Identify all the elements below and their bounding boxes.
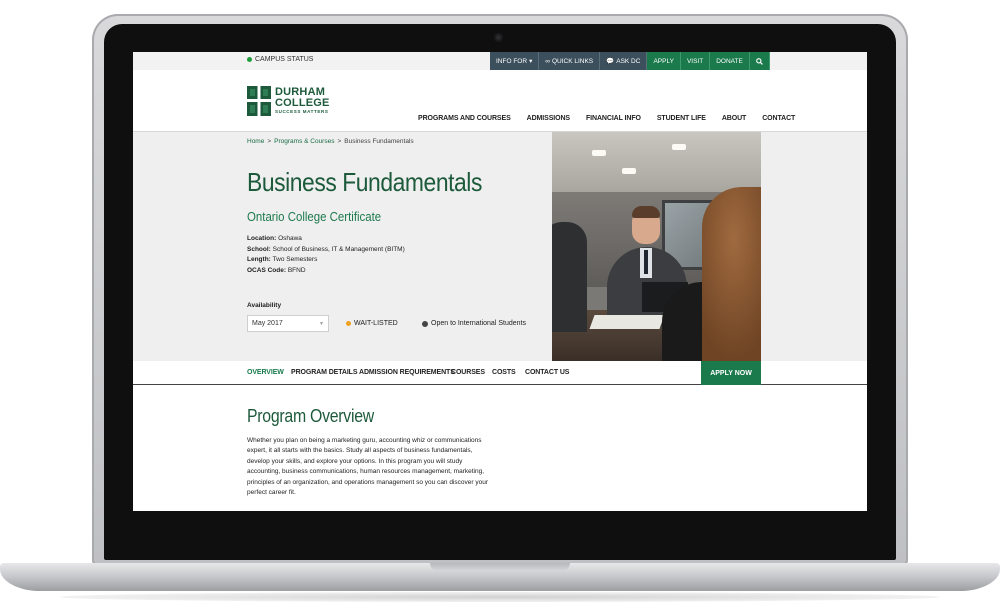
international-students-note: Open to International Students bbox=[422, 320, 526, 327]
overview-heading: Program Overview bbox=[247, 406, 374, 426]
photo-ceiling bbox=[552, 132, 761, 192]
program-facts: Location: Oshawa School: School of Busin… bbox=[247, 234, 405, 276]
utility-bar: CAMPUS STATUS INFO FOR ▾ ∞ QUICK LINKS 💬… bbox=[133, 52, 867, 70]
globe-icon bbox=[422, 320, 428, 327]
donate-label: DONATE bbox=[716, 57, 743, 65]
availability-select[interactable]: May 2017 ▼ bbox=[247, 315, 329, 332]
status-dot-icon bbox=[247, 57, 252, 62]
photo-ceiling-light bbox=[592, 150, 606, 156]
info-for-label: INFO FOR bbox=[496, 57, 528, 65]
breadcrumb-separator: > bbox=[337, 138, 342, 145]
breadcrumb-programs[interactable]: Programs & Courses bbox=[274, 138, 334, 145]
international-label: Open to International Students bbox=[431, 320, 526, 327]
tab-courses[interactable]: COURSES bbox=[451, 369, 485, 376]
overview-body: Whether you plan on being a marketing gu… bbox=[247, 437, 489, 497]
main-navigation: PROGRAMS AND COURSES ADMISSIONS FINANCIA… bbox=[418, 115, 795, 122]
photo-ceiling-light bbox=[622, 168, 636, 174]
tab-costs[interactable]: COSTS bbox=[492, 369, 516, 376]
shield-logo-icon bbox=[247, 86, 271, 116]
program-hero-photo bbox=[552, 132, 761, 361]
link-icon: ∞ bbox=[545, 57, 550, 65]
photo-ceiling-light bbox=[672, 144, 686, 150]
tab-contact-us[interactable]: CONTACT US bbox=[525, 369, 569, 376]
donate-button[interactable]: DONATE bbox=[710, 52, 750, 70]
breadcrumb-separator: > bbox=[267, 138, 272, 145]
breadcrumb: Home > Programs & Courses > Business Fun… bbox=[247, 138, 414, 145]
apply-now-button[interactable]: APPLY NOW bbox=[701, 361, 761, 385]
info-for-dropdown[interactable]: INFO FOR ▾ bbox=[490, 52, 540, 70]
logo-tagline: SUCCESS MATTERS bbox=[275, 109, 329, 115]
page-title: Business Fundamentals bbox=[247, 167, 482, 197]
credential-subtitle: Ontario College Certificate bbox=[247, 209, 382, 224]
photo-paper bbox=[589, 315, 665, 329]
chat-icon: 💬 bbox=[606, 58, 615, 65]
nav-student-life[interactable]: STUDENT LIFE bbox=[657, 115, 706, 122]
nav-admissions[interactable]: ADMISSIONS bbox=[527, 115, 570, 122]
visit-button[interactable]: VISIT bbox=[680, 52, 711, 70]
photo-woman-hair bbox=[702, 187, 761, 361]
laptop-notch bbox=[430, 563, 570, 571]
photo-person-left bbox=[552, 222, 587, 332]
fact-school: School: School of Business, IT & Managem… bbox=[247, 245, 405, 253]
visit-label: VISIT bbox=[686, 57, 704, 65]
caret-down-icon: ▾ bbox=[529, 58, 533, 65]
utility-links: INFO FOR ▾ ∞ QUICK LINKS 💬 ASK DC APPLY … bbox=[490, 52, 770, 70]
availability-selected-value: May 2017 bbox=[252, 320, 283, 327]
ask-dc-label: ASK DC bbox=[616, 57, 641, 65]
photo-tie bbox=[644, 250, 648, 274]
tab-overview[interactable]: OVERVIEW bbox=[247, 369, 284, 376]
ask-dc-button[interactable]: 💬 ASK DC bbox=[600, 52, 648, 70]
status-badge: WAIT-LISTED bbox=[346, 320, 398, 327]
availability-label: Availability bbox=[247, 302, 282, 309]
apply-label: APPLY bbox=[653, 57, 674, 65]
fact-length: Length: Two Semesters bbox=[247, 256, 318, 263]
search-button[interactable] bbox=[749, 52, 770, 70]
status-label: WAIT-LISTED bbox=[354, 320, 398, 327]
nav-contact[interactable]: CONTACT bbox=[762, 115, 795, 122]
tab-program-details[interactable]: PROGRAM DETAILS bbox=[291, 369, 358, 376]
nav-about[interactable]: ABOUT bbox=[722, 115, 746, 122]
quick-links-label: QUICK LINKS bbox=[551, 57, 594, 65]
campus-status-label: CAMPUS STATUS bbox=[255, 56, 314, 63]
camera-icon bbox=[494, 33, 503, 42]
status-dot-icon bbox=[346, 321, 351, 326]
laptop-frame: CAMPUS STATUS INFO FOR ▾ ∞ QUICK LINKS 💬… bbox=[0, 0, 1000, 613]
breadcrumb-home[interactable]: Home bbox=[247, 138, 264, 145]
fact-location: Location: Oshawa bbox=[247, 235, 302, 242]
photo-hair bbox=[632, 206, 660, 218]
logo-wordmark: DURHAM COLLEGE SUCCESS MATTERS bbox=[275, 87, 330, 115]
campus-status-link[interactable]: CAMPUS STATUS bbox=[247, 56, 313, 63]
tab-admission-requirements[interactable]: ADMISSION REQUIREMENTS bbox=[359, 369, 455, 376]
laptop-shadow bbox=[60, 592, 940, 602]
browser-screen: CAMPUS STATUS INFO FOR ▾ ∞ QUICK LINKS 💬… bbox=[133, 52, 867, 511]
nav-financial-info[interactable]: FINANCIAL INFO bbox=[586, 115, 641, 122]
quick-links-button[interactable]: ∞ QUICK LINKS bbox=[539, 52, 601, 70]
apply-button[interactable]: APPLY bbox=[647, 52, 681, 70]
logo-line2: COLLEGE bbox=[275, 97, 330, 110]
durham-college-logo[interactable]: DURHAM COLLEGE SUCCESS MATTERS bbox=[247, 86, 330, 116]
breadcrumb-current: Business Fundamentals bbox=[344, 138, 414, 145]
chevron-down-icon: ▼ bbox=[319, 321, 324, 327]
search-icon bbox=[755, 57, 763, 65]
fact-ocas-code: OCAS Code: BFND bbox=[247, 266, 306, 274]
nav-programs-and-courses[interactable]: PROGRAMS AND COURSES bbox=[418, 115, 511, 122]
